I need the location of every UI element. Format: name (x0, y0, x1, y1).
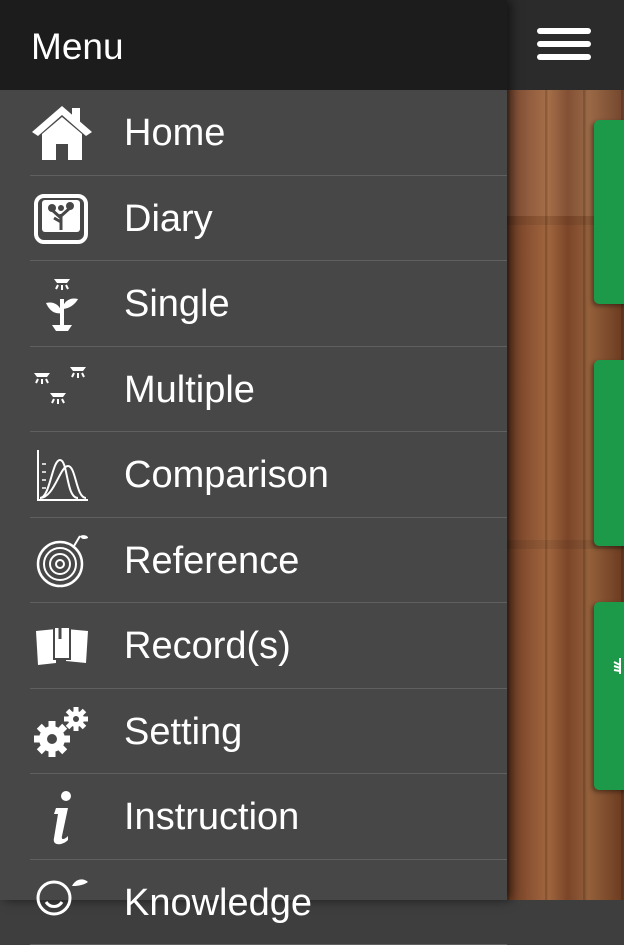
menu-item-knowledge[interactable]: Knowledge (0, 860, 507, 945)
tree-book-icon (30, 188, 94, 250)
bulb-leaf-icon (30, 872, 94, 934)
menu-item-home[interactable]: Home (0, 90, 507, 176)
menu-item-label: Record(s) (124, 623, 291, 669)
menu-item-label: Instruction (124, 794, 299, 840)
menu-list: Home Diary Single Multiple Comparison (0, 90, 507, 945)
info-icon (30, 786, 94, 848)
pinned-notes-icon (30, 615, 94, 677)
gears-icon (30, 701, 94, 763)
menu-item-setting[interactable]: Setting (0, 689, 507, 775)
menu-item-label: Single (124, 281, 230, 327)
menu-item-instruction[interactable]: Instruction (0, 774, 507, 860)
menu-item-diary[interactable]: Diary (0, 176, 507, 262)
menu-item-label: Multiple (124, 367, 255, 413)
seedling-lamp-icon (30, 273, 94, 335)
card-icon (610, 656, 624, 676)
menu-item-comparison[interactable]: Comparison (0, 432, 507, 518)
menu-item-single[interactable]: Single (0, 261, 507, 347)
hamburger-icon[interactable] (537, 26, 591, 62)
menu-item-label: Reference (124, 538, 299, 584)
menu-item-label: Home (124, 110, 225, 156)
content-card[interactable] (594, 602, 624, 790)
content-card[interactable] (594, 360, 624, 546)
menu-item-label: Knowledge (124, 880, 312, 926)
spectrum-chart-icon (30, 444, 94, 506)
menu-item-records[interactable]: Record(s) (0, 603, 507, 689)
menu-item-reference[interactable]: Reference (0, 518, 507, 604)
content-card[interactable] (594, 120, 624, 304)
menu-title: Menu (31, 27, 124, 67)
drawer-header: Menu (0, 0, 507, 90)
menu-item-label: Comparison (124, 452, 329, 498)
menu-item-multiple[interactable]: Multiple (0, 347, 507, 433)
tree-rings-icon (30, 530, 94, 592)
menu-item-label: Setting (124, 709, 242, 755)
menu-item-label: Diary (124, 196, 213, 242)
side-drawer: Menu Home Diary Single Multiple (0, 0, 507, 900)
house-icon (30, 102, 94, 164)
multiple-lamps-icon (30, 359, 94, 421)
